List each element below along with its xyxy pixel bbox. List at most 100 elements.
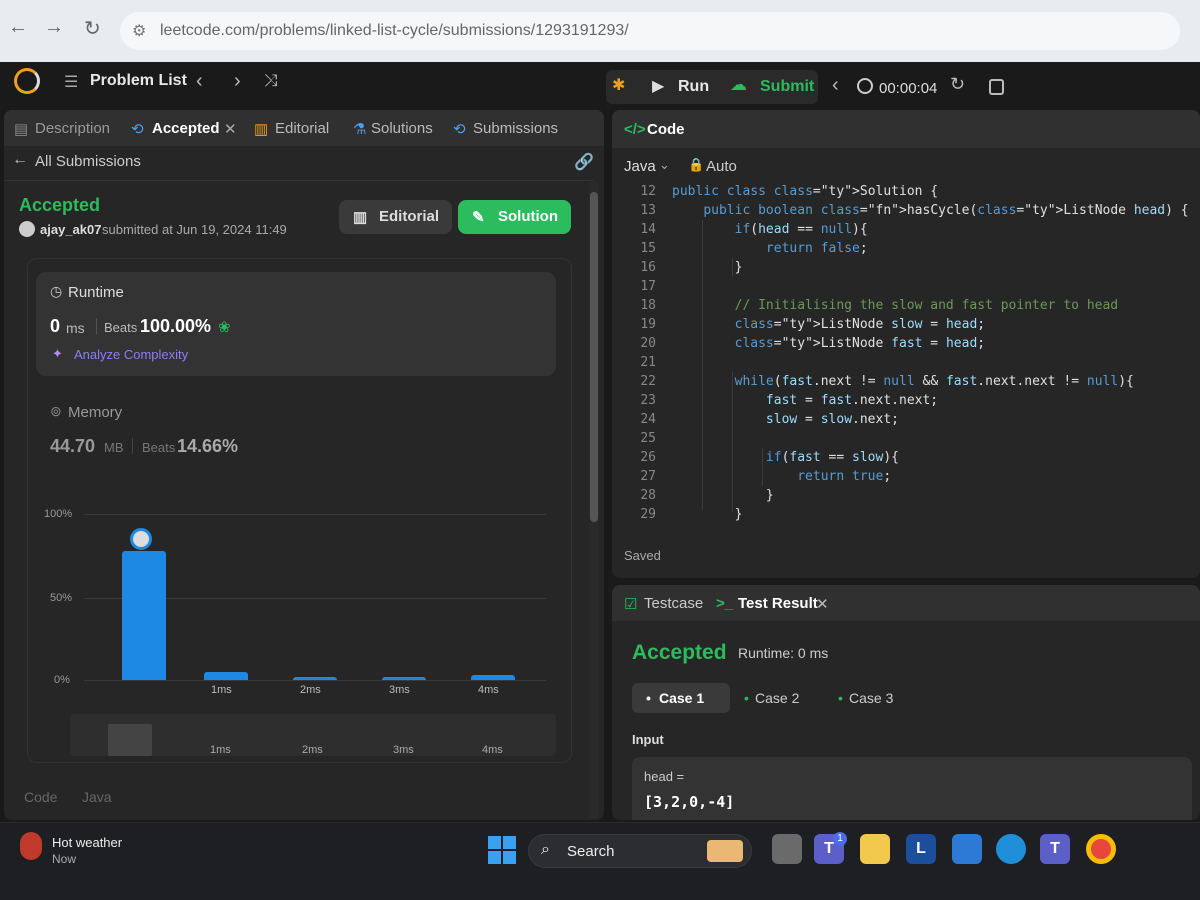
divider [96,318,97,334]
line-number: 26 [640,450,656,465]
debug-icon[interactable]: ✱ [612,75,625,95]
windows-start-icon[interactable] [488,836,516,864]
collapse-timer-icon[interactable]: ‹ [832,74,839,97]
code-line: // Initialising the slow and fast pointe… [672,298,1119,313]
tab-editorial[interactable]: Editorial [275,120,329,137]
reload-icon[interactable]: ↻ [84,16,101,41]
code-line: class="ty">ListNode fast = head; [734,336,986,351]
flask-icon: ⚗ [353,121,367,138]
memory-beats-value: 14.66% [177,436,239,456]
tab-accepted[interactable]: Accepted [152,120,220,137]
run-button[interactable]: Run [678,78,709,96]
chart-bar[interactable] [293,676,337,680]
chart-bar[interactable] [471,675,515,680]
overview-tick-label: 3ms [393,744,414,756]
solution-button[interactable]: ✎ Solution [458,200,571,234]
solution-button-label: Solution [498,208,558,225]
timer-display[interactable]: 00:00:04 [879,80,937,97]
teams-icon[interactable]: T [1040,834,1070,864]
tab-testcase[interactable]: Testcase [644,595,703,612]
url-text: leetcode.com/problems/linked-list-cycle/… [160,22,629,39]
search-highlight-icon [707,840,743,862]
memory-heading[interactable]: Memory [68,404,122,421]
memory-value: 44.70 [50,436,96,456]
line-number: 19 [640,317,656,332]
editorial-button-label: Editorial [379,208,440,225]
case-dot-icon: • [744,690,749,706]
line-number: 24 [640,412,656,427]
line-number: 13 [640,203,656,218]
code-panel-title[interactable]: Code [647,121,685,138]
reset-timer-icon[interactable]: ↻ [950,74,965,95]
launcher-l-icon[interactable]: L [906,834,936,864]
close-tab-icon[interactable]: ✕ [816,595,829,613]
tab-solutions[interactable]: Solutions [371,120,433,137]
scrollbar-thumb[interactable] [590,192,598,522]
editorial-button[interactable]: ▥ Editorial [339,200,452,234]
notes-icon[interactable] [989,79,1004,95]
input-box[interactable]: head = [3,2,0,-4] [632,757,1192,820]
share-link-icon[interactable]: 🔗 [574,152,594,172]
chart-bar[interactable] [382,676,426,680]
code-line: class="ty">ListNode slow = head; [734,317,986,332]
file-explorer-icon[interactable] [860,834,890,864]
code-line: fast = fast.next.next; [765,393,939,408]
line-number: 15 [640,241,656,256]
shuffle-icon[interactable]: ⤨ [264,71,278,91]
analyze-complexity-link[interactable]: Analyze Complexity [74,347,188,362]
language-select[interactable]: Java [624,158,656,175]
line-number: 25 [640,431,656,446]
username[interactable]: ajay_ak07 [40,222,101,237]
chart-range-brush[interactable]: 1ms 2ms 3ms 4ms [70,714,556,756]
line-number: 14 [640,222,656,237]
case-tab-1[interactable]: • Case 1 [632,683,730,713]
mail-icon[interactable] [952,834,982,864]
back-arrow-icon[interactable]: ← [12,151,28,169]
chrome-icon[interactable] [1086,834,1116,864]
case-tab-3[interactable]: Case 3 [849,690,893,706]
param-name: head = [644,769,685,784]
memory-unit: MB [104,440,124,455]
line-number: 20 [640,336,656,351]
your-submission-marker-icon[interactable] [130,528,152,550]
code-line: public class class="ty">Solution { [672,184,939,199]
code-editor[interactable]: 12 public class class="ty">Solution {13 p… [612,180,1200,528]
case-tab-2[interactable]: Case 2 [755,690,799,706]
history-icon: ⟲ [131,121,144,138]
notification-badge: 1 [833,832,847,846]
tab-test-result[interactable]: Test Result [738,595,818,612]
forward-icon[interactable]: → [44,16,64,39]
back-icon[interactable]: ← [8,16,28,39]
line-number: 28 [640,488,656,503]
autocomplete-mode[interactable]: Auto [706,158,737,175]
submit-button[interactable]: Submit [760,78,814,96]
prev-problem-icon[interactable]: ‹ [196,70,203,93]
runtime-distribution-chart[interactable]: 100% 50% 0% 1ms 2ms 3ms 4ms [34,498,554,698]
site-settings-icon[interactable]: ⚙ [132,21,146,41]
chart-bar[interactable] [122,550,166,680]
problem-list-link[interactable]: Problem List [90,72,187,90]
divider [4,180,594,181]
edge-browser-icon[interactable] [996,834,1026,864]
tab-description[interactable]: Description [35,120,110,137]
code-panel: </> Code Java ⌄ 🔒 Auto 12 public class cl… [612,110,1200,578]
brush-handle[interactable] [108,724,152,756]
gridline [84,680,546,681]
runtime-card[interactable]: ◷ Runtime 0 ms Beats 100.00% ❀ ✦ Analyze… [36,272,556,376]
chart-bar[interactable] [204,671,248,680]
close-tab-icon[interactable]: ✕ [224,120,237,138]
task-view-icon[interactable] [772,834,802,864]
weather-title[interactable]: Hot weather [52,835,122,850]
tab-submissions[interactable]: Submissions [473,120,558,137]
chevron-down-icon[interactable]: ⌄ [659,157,670,173]
test-panel: ☑ Testcase >_ Test Result ✕ Accepted Run… [612,585,1200,820]
address-bar[interactable]: ⚙ leetcode.com/problems/linked-list-cycl… [120,12,1180,50]
overview-tick-label: 4ms [482,744,503,756]
all-submissions-link[interactable]: All Submissions [35,153,141,170]
taskbar-search[interactable]: ⌕ Search [528,834,752,868]
scrollbar-track[interactable] [589,182,599,818]
leetcode-logo-icon[interactable] [14,68,40,94]
indent-guide [702,220,703,510]
lock-icon: 🔒 [688,157,705,172]
next-problem-icon[interactable]: › [234,70,241,93]
